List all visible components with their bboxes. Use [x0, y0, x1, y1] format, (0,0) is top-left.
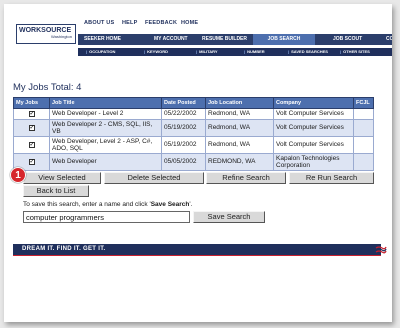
column-header-fcjl: FCJL: [353, 97, 374, 109]
bullet-icon: |: [340, 49, 342, 54]
subtab-label: SAVED SEARCHES: [291, 49, 328, 54]
back-to-list-button[interactable]: Back to List: [23, 185, 89, 197]
bullet-icon: |: [288, 49, 290, 54]
table-row: ✓ Web Developer 2 - CMS, SQL, IIS, VB 05…: [13, 119, 374, 137]
re-run-search-button[interactable]: Re Run Search: [289, 172, 374, 184]
job-location-cell: REDMOND, WA: [205, 153, 274, 171]
date-posted-cell: 05/19/2002: [161, 119, 206, 137]
tab-my-account[interactable]: MY ACCOUNT: [154, 34, 188, 45]
row-checkbox[interactable]: ✓: [28, 110, 35, 117]
tab-co[interactable]: CO: [386, 34, 392, 45]
flag-icon: [375, 246, 387, 254]
sub-tab-bar: | OCCUPATION | KEYWORD | MILITARY | NUMBER |…: [78, 48, 392, 56]
job-title-link[interactable]: Web Developer - Level 2: [49, 108, 162, 120]
step-callout-badge: 1: [10, 167, 26, 183]
nav-link-help[interactable]: HELP: [122, 20, 137, 26]
bullet-icon: |: [196, 49, 198, 54]
subtab-label: OCCUPATION: [89, 49, 116, 54]
job-title-link[interactable]: Web Developer 2 - CMS, SQL, IIS, VB: [49, 119, 162, 137]
job-location-cell: Redmond, WA: [205, 136, 274, 154]
tab-resume-builder[interactable]: RESUME BUILDER: [202, 34, 247, 45]
job-title-link[interactable]: Web Developer, Level 2 - ASP, C#, ADO, S…: [49, 136, 162, 154]
company-cell: Volt Computer Services: [273, 108, 354, 120]
bullet-icon: |: [244, 49, 246, 54]
row-checkbox[interactable]: ✓: [28, 124, 35, 131]
column-header-my-jobs: My Jobs: [13, 97, 50, 109]
subtab-label: KEYWORD: [147, 49, 169, 54]
row-select-cell: ✓: [13, 108, 50, 120]
date-posted-cell: 05/05/2002: [161, 153, 206, 171]
footer-slogan: DREAM IT. FIND IT. GET IT.: [22, 246, 106, 252]
nav-link-home[interactable]: HOME: [181, 20, 198, 26]
company-cell: Kapalon Technologies Corporation: [273, 153, 354, 171]
company-cell: Volt Computer Services: [273, 119, 354, 137]
footer-copyright: Copyright © America's Job Bank 2002: [278, 248, 363, 254]
main-tab-bar: SEEKER HOME MY ACCOUNT RESUME BUILDER JO…: [78, 34, 392, 45]
nav-link-about-us[interactable]: ABOUT US: [84, 20, 114, 26]
page-title: My Jobs Total: 4: [13, 82, 82, 93]
delete-selected-button[interactable]: Delete Selected: [104, 172, 204, 184]
fcjl-cell: [353, 119, 374, 137]
table-row: ✓ Web Developer - Level 2 05/22/2002 Red…: [13, 108, 374, 120]
tab-job-search[interactable]: JOB SEARCH: [253, 34, 315, 45]
nav-link-feedback[interactable]: FEEDBACK: [145, 20, 177, 26]
bullet-icon: |: [86, 49, 88, 54]
subtab-label: MILITARY: [199, 49, 218, 54]
column-header-company[interactable]: Company: [273, 97, 354, 109]
my-jobs-table: My Jobs Job Title Date Posted Job Locati…: [13, 97, 374, 171]
subtab-occupation[interactable]: | OCCUPATION: [86, 48, 115, 56]
bullet-icon: |: [144, 49, 146, 54]
job-title-link[interactable]: Web Developer: [49, 153, 162, 171]
row-select-cell: ✓: [13, 136, 50, 154]
fcjl-cell: [353, 153, 374, 171]
row-checkbox[interactable]: ✓: [28, 141, 35, 148]
fcjl-cell: [353, 108, 374, 120]
row-checkbox[interactable]: ✓: [28, 158, 35, 165]
company-cell: Volt Computer Services: [273, 136, 354, 154]
tab-seeker-home[interactable]: SEEKER HOME: [84, 34, 121, 45]
job-location-cell: Redmond, WA: [205, 119, 274, 137]
column-header-job-location[interactable]: Job Location: [205, 97, 274, 109]
save-search-button[interactable]: Save Search: [193, 211, 265, 223]
logo-subtext: Washington: [51, 34, 72, 39]
table-row: ✓ Web Developer 05/05/2002 REDMOND, WA K…: [13, 153, 374, 171]
instruction-text-end: '.: [189, 201, 193, 208]
subtab-label: NUMBER: [247, 49, 265, 54]
table-header-row: My Jobs Job Title Date Posted Job Locati…: [13, 97, 374, 109]
date-posted-cell: 05/19/2002: [161, 136, 206, 154]
subtab-keyword[interactable]: | KEYWORD: [144, 48, 168, 56]
instruction-text: To save this search, enter a name and cl…: [23, 201, 151, 208]
column-header-date-posted[interactable]: Date Posted: [161, 97, 206, 109]
tab-job-scout[interactable]: JOB SCOUT: [333, 34, 362, 45]
date-posted-cell: 05/22/2002: [161, 108, 206, 120]
subtab-label: OTHER SITES: [343, 49, 370, 54]
worksource-logo[interactable]: WORKSOURCE Washington: [16, 24, 76, 44]
search-name-input[interactable]: [23, 211, 190, 223]
subtab-number[interactable]: | NUMBER: [244, 48, 265, 56]
refine-search-button[interactable]: Refine Search: [206, 172, 286, 184]
column-header-job-title[interactable]: Job Title: [49, 97, 162, 109]
instruction-bold-text: Save Search: [150, 201, 190, 208]
table-row: ✓ Web Developer, Level 2 - ASP, C#, ADO,…: [13, 136, 374, 154]
job-location-cell: Redmond, WA: [205, 108, 274, 120]
subtab-saved-searches[interactable]: | SAVED SEARCHES: [288, 48, 328, 56]
footer-divider: [13, 255, 381, 256]
subtab-military[interactable]: | MILITARY: [196, 48, 218, 56]
browser-page: WORKSOURCE Washington ABOUT US HELP FEED…: [4, 4, 392, 322]
fcjl-cell: [353, 136, 374, 154]
subtab-other-sites[interactable]: | OTHER SITES: [340, 48, 370, 56]
view-selected-button[interactable]: View Selected: [23, 172, 101, 184]
row-select-cell: ✓: [13, 119, 50, 137]
save-search-instruction: To save this search, enter a name and cl…: [23, 201, 192, 208]
